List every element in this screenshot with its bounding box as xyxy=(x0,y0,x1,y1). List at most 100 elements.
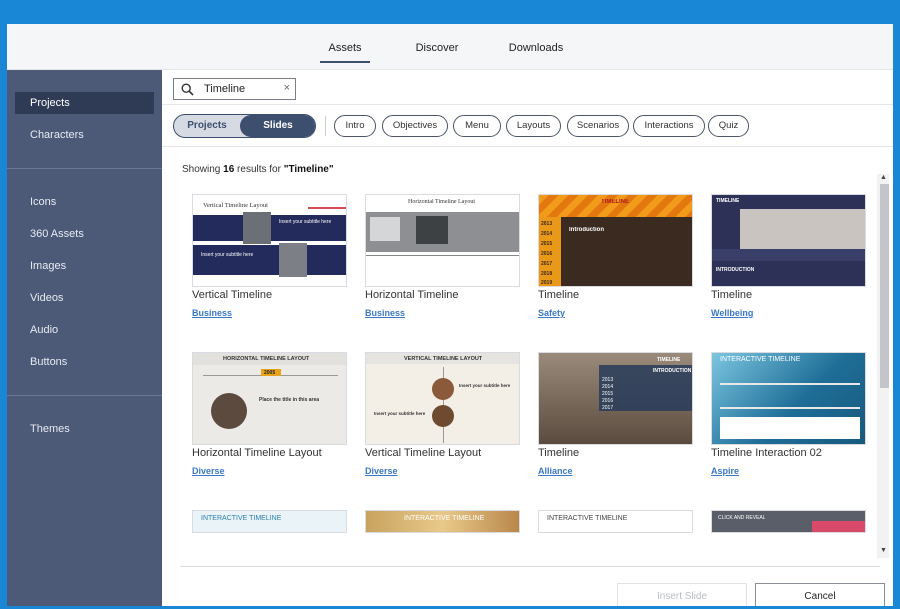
slide-card[interactable]: TIMELINE 2013 2014 2015 2016 2017 2018 2… xyxy=(538,194,693,324)
thumb-year: 2019 xyxy=(541,280,553,286)
cancel-button[interactable]: Cancel xyxy=(755,583,885,606)
slide-thumbnail[interactable]: INTERACTIVE TIMELINE xyxy=(711,352,866,445)
thumb-year: 2017 xyxy=(541,261,553,267)
filter-chip-objectives[interactable]: Objectives xyxy=(382,115,448,137)
thumb-year: 2014 xyxy=(541,231,553,237)
thumb-heading: INTERACTIVE TIMELINE xyxy=(404,515,485,522)
slide-thumbnail[interactable]: HORIZONTAL TIMELINE LAYOUT 2005 Place th… xyxy=(192,352,347,445)
sidebar-divider xyxy=(7,168,162,169)
toggle-slides[interactable]: Slides xyxy=(240,115,315,137)
slide-thumbnail[interactable]: TIMELINE INTRODUCTION xyxy=(711,194,866,287)
card-category-link[interactable]: Wellbeing xyxy=(711,308,753,318)
thumb-timeline xyxy=(712,249,865,261)
slide-card[interactable]: Horizontal Timeline Layout Horizontal Ti… xyxy=(365,194,520,324)
tab-downloads[interactable]: Downloads xyxy=(507,42,565,54)
card-title: Vertical Timeline xyxy=(192,289,273,301)
card-category-link[interactable]: Business xyxy=(365,308,405,318)
clear-search-icon[interactable]: × xyxy=(284,82,290,94)
divider xyxy=(162,104,893,105)
slide-card[interactable]: VERTICAL TIMELINE LAYOUT Insert your sub… xyxy=(365,352,520,482)
insert-slide-button[interactable]: Insert Slide xyxy=(617,583,747,606)
card-title: Vertical Timeline Layout xyxy=(365,447,482,459)
card-title: Horizontal Timeline xyxy=(365,289,459,301)
sidebar-item-themes[interactable]: Themes xyxy=(15,418,154,440)
card-category-link[interactable]: Diverse xyxy=(365,466,398,476)
slide-thumbnail[interactable]: INTERACTIVE TIMELINE xyxy=(192,510,347,533)
toggle-projects[interactable]: Projects xyxy=(174,115,240,137)
thumb-accent xyxy=(308,207,346,209)
scroll-down-arrow-icon[interactable]: ▼ xyxy=(880,547,887,554)
main-panel: Timeline × Projects Slides Intro Objecti… xyxy=(162,70,893,606)
slide-card[interactable]: Vertical Timeline Layout Insert your sub… xyxy=(192,194,347,324)
tab-discover[interactable]: Discover xyxy=(414,42,460,54)
card-category-link[interactable]: Business xyxy=(192,308,232,318)
thumb-photo xyxy=(211,393,247,429)
slide-card[interactable]: INTERACTIVE TIMELINE Timeline Interactio… xyxy=(711,352,866,482)
projects-slides-toggle[interactable]: Projects Slides xyxy=(173,114,316,138)
thumb-band xyxy=(193,245,346,275)
thumb-year: 2013 xyxy=(602,377,614,383)
sidebar-item-360-assets[interactable]: 360 Assets xyxy=(15,223,154,245)
thumb-subtitle: Insert your subtitle here xyxy=(459,383,511,388)
filter-chip-menu[interactable]: Menu xyxy=(453,115,501,137)
results-count: 16 xyxy=(223,164,235,175)
filter-chip-intro[interactable]: Intro xyxy=(334,115,376,137)
thumb-photo xyxy=(432,405,454,427)
slide-thumbnail[interactable]: TIMELINE 2013 2014 2015 2016 2017 2018 2… xyxy=(538,194,693,287)
scroll-up-arrow-icon[interactable]: ▲ xyxy=(880,174,887,181)
filter-chip-layouts[interactable]: Layouts xyxy=(506,115,561,137)
thumb-heading: VERTICAL TIMELINE LAYOUT xyxy=(404,356,483,362)
sidebar-item-images[interactable]: Images xyxy=(15,255,154,277)
filter-chip-scenarios[interactable]: Scenarios xyxy=(567,115,629,137)
results-middle: results for xyxy=(237,164,281,175)
card-category-link[interactable]: Aspire xyxy=(711,466,739,476)
thumb-intro: INTRODUCTION xyxy=(716,267,755,273)
thumb-heading: INTERACTIVE TIMELINE xyxy=(201,515,282,522)
divider xyxy=(162,146,893,147)
filter-chip-interactions[interactable]: Interactions xyxy=(633,115,705,137)
card-category-link[interactable]: Diverse xyxy=(192,466,225,476)
scrollbar-thumb[interactable] xyxy=(880,184,889,388)
thumb-year: 2015 xyxy=(541,241,553,247)
filter-chip-quiz[interactable]: Quiz xyxy=(708,115,749,137)
sidebar-item-icons[interactable]: Icons xyxy=(15,191,154,213)
slide-thumbnail[interactable]: Vertical Timeline Layout Insert your sub… xyxy=(192,194,347,287)
thumb-year: 2005 xyxy=(264,370,276,376)
slide-card[interactable]: TIMELINE INTRODUCTION Timeline Wellbeing xyxy=(711,194,866,324)
thumb-photo xyxy=(740,209,865,249)
slide-card[interactable]: HORIZONTAL TIMELINE LAYOUT 2005 Place th… xyxy=(192,352,347,482)
thumb-heading: CLICK AND REVEAL xyxy=(718,515,766,521)
card-title: Timeline xyxy=(538,447,580,459)
thumb-year: 2015 xyxy=(602,391,614,397)
search-input[interactable]: Timeline × xyxy=(173,78,296,100)
thumb-photo xyxy=(416,216,448,244)
sidebar-divider xyxy=(7,395,162,396)
sidebar-item-audio[interactable]: Audio xyxy=(15,319,154,341)
results-query: "Timeline" xyxy=(283,164,334,175)
slide-thumbnail[interactable]: INTERACTIVE TIMELINE xyxy=(365,510,520,533)
card-category-link[interactable]: Alliance xyxy=(538,466,573,476)
tab-assets[interactable]: Assets xyxy=(320,42,370,63)
slide-thumbnail[interactable]: Horizontal Timeline Layout xyxy=(365,194,520,287)
card-title: Horizontal Timeline Layout xyxy=(192,447,322,459)
sidebar-item-buttons[interactable]: Buttons xyxy=(15,351,154,373)
thumb-intro: Introduction xyxy=(569,227,604,233)
slide-thumbnail[interactable]: CLICK AND REVEAL xyxy=(711,510,866,533)
sidebar-item-videos[interactable]: Videos xyxy=(15,287,154,309)
thumb-heading: TIMELINE xyxy=(601,199,629,205)
slide-card[interactable]: TIMELINE INTRODUCTION 2013 2014 2015 201… xyxy=(538,352,693,482)
thumb-line xyxy=(720,407,860,409)
slide-thumbnail[interactable]: INTERACTIVE TIMELINE xyxy=(538,510,693,533)
search-value: Timeline xyxy=(204,83,246,95)
sidebar-item-characters[interactable]: Characters xyxy=(15,124,154,146)
slide-thumbnail[interactable]: VERTICAL TIMELINE LAYOUT Insert your sub… xyxy=(365,352,520,445)
card-category-link[interactable]: Safety xyxy=(538,308,565,318)
thumb-year: 2016 xyxy=(602,398,614,404)
slide-thumbnail[interactable]: TIMELINE INTRODUCTION 2013 2014 2015 201… xyxy=(538,352,693,445)
thumb-body: Place the title in this area xyxy=(259,397,320,403)
thumb-heading: INTERACTIVE TIMELINE xyxy=(720,356,801,363)
thumb-heading: Horizontal Timeline Layout xyxy=(408,199,475,205)
sidebar-item-projects[interactable]: Projects xyxy=(15,92,154,114)
thumb-photo xyxy=(279,243,307,277)
thumb-photo xyxy=(370,217,400,241)
